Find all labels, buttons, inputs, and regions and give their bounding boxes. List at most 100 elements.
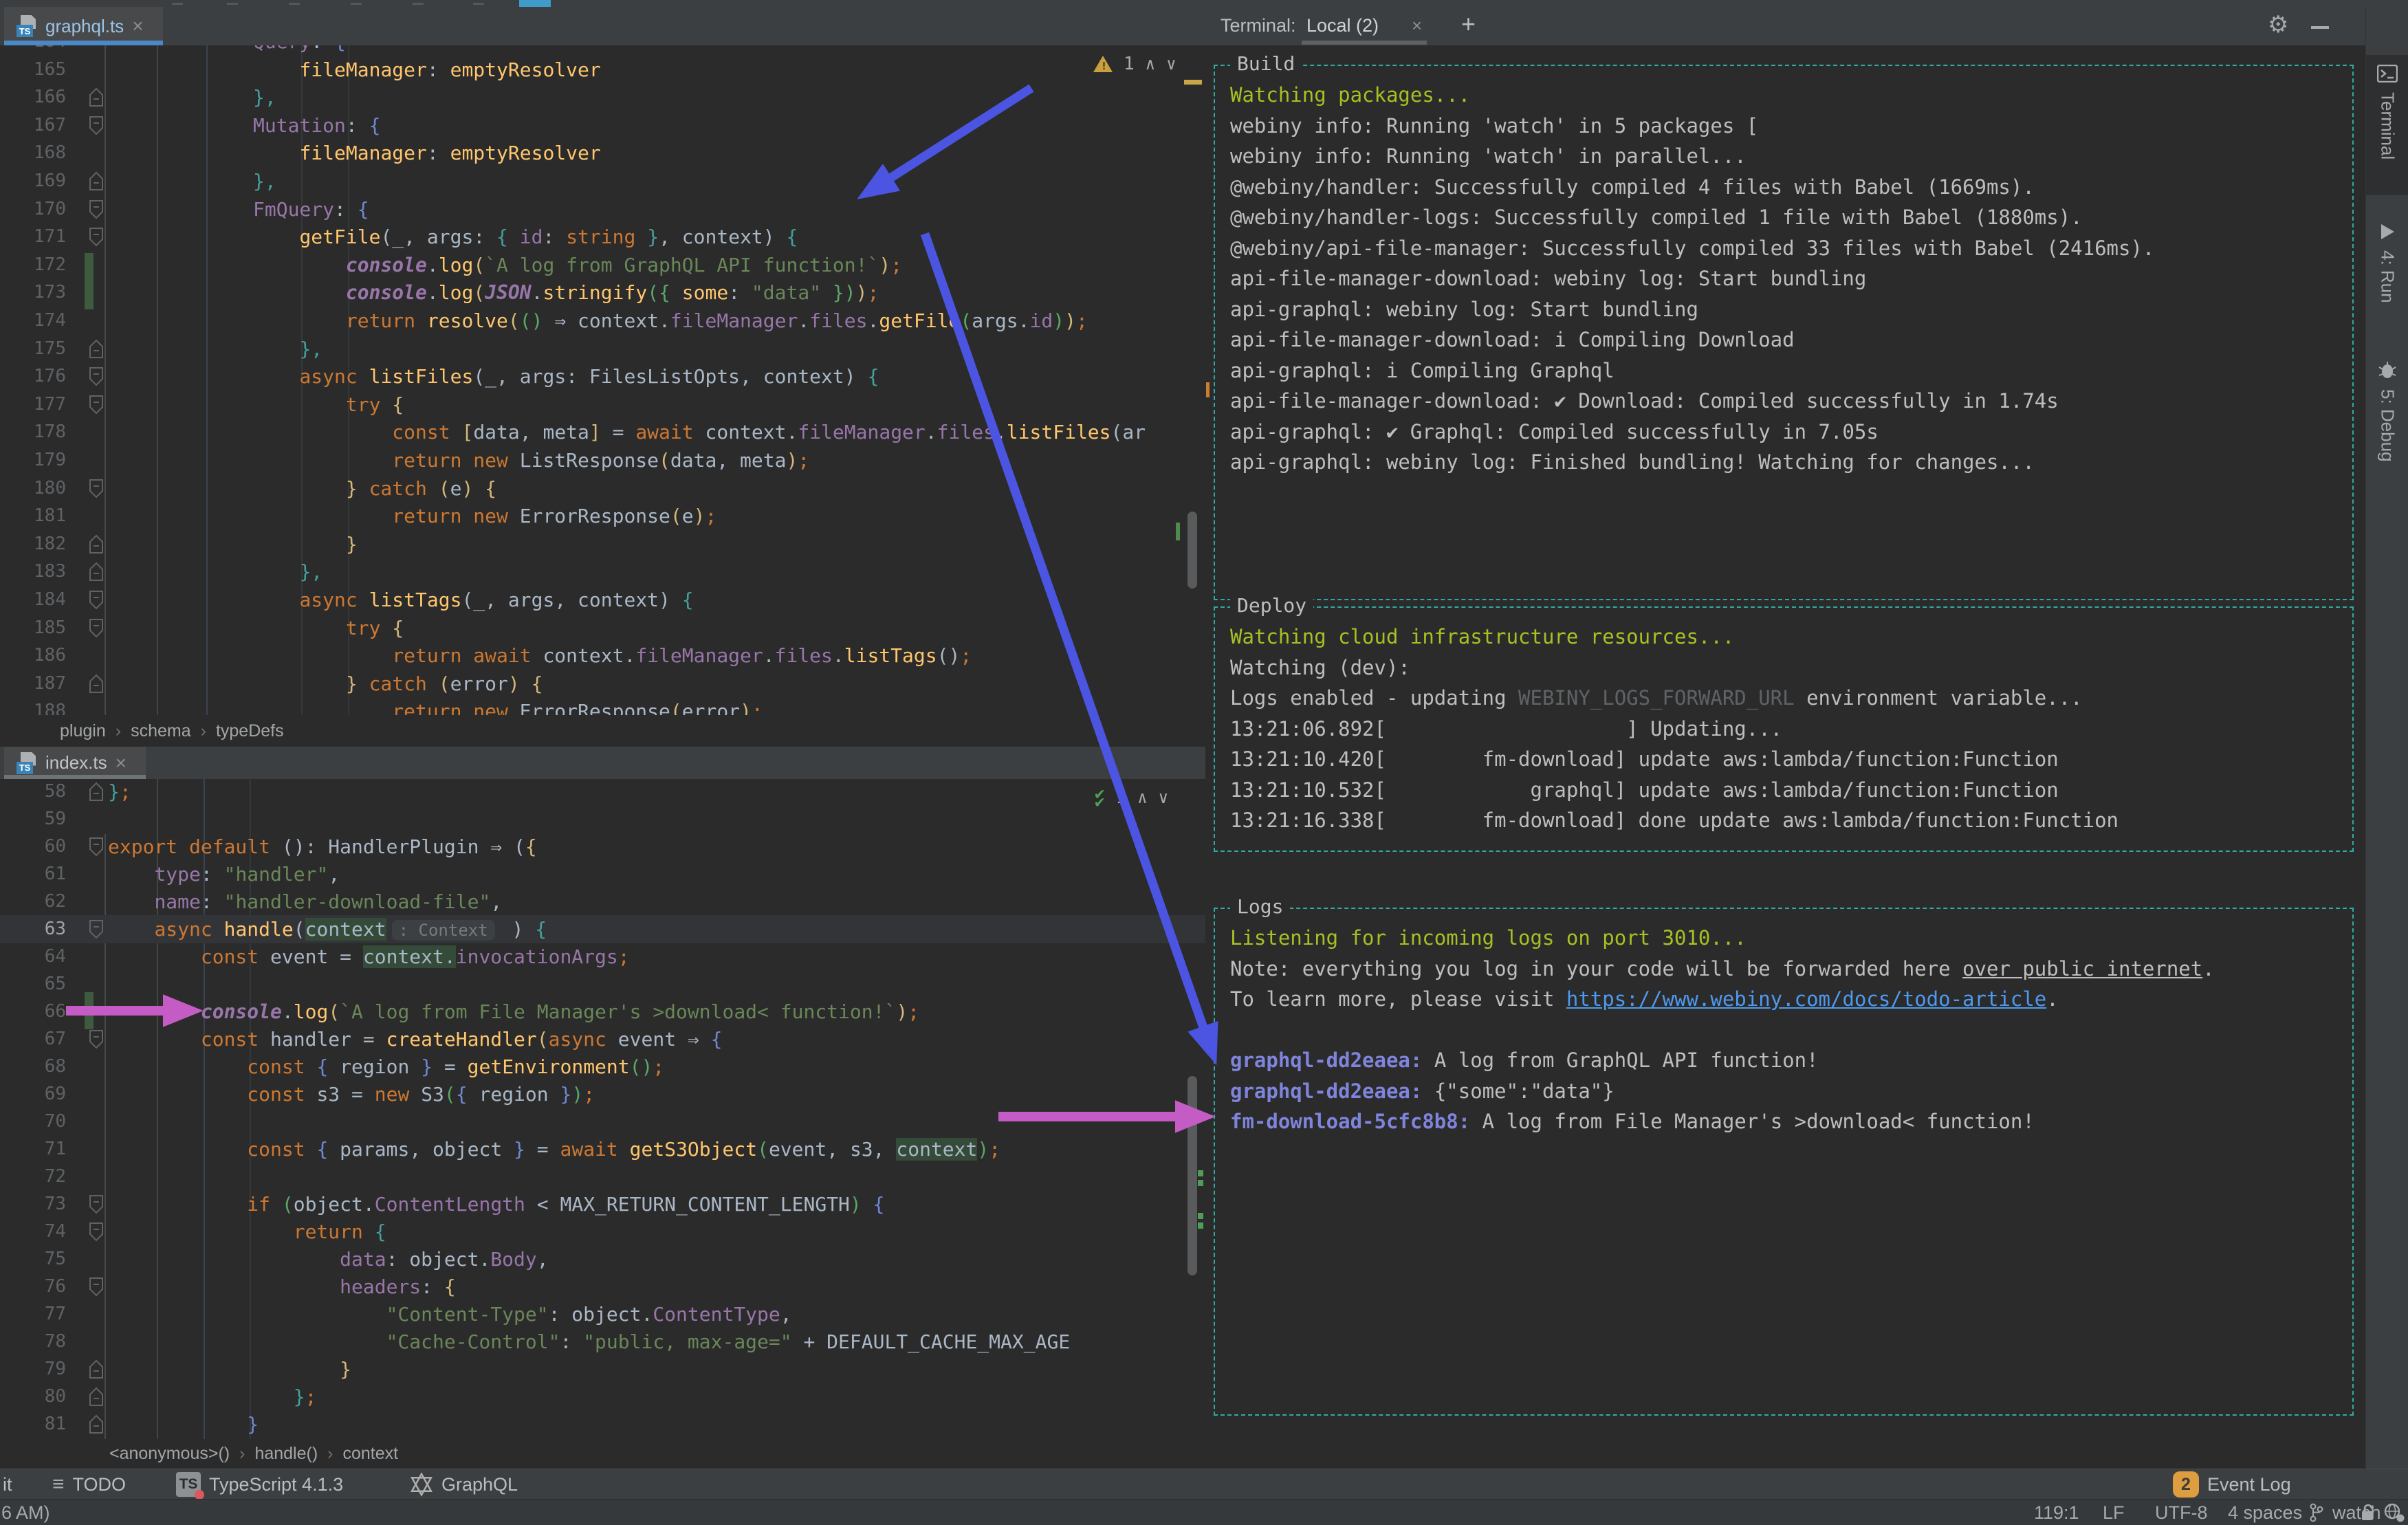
- indent-selector[interactable]: 4 spaces: [2228, 1500, 2302, 1525]
- terminal-line: Listening for incoming logs on port 3010…: [1230, 923, 2345, 954]
- code-line-62: 62 name: "handler-download-file",: [0, 888, 1205, 916]
- fold-end-icon[interactable]: [88, 87, 105, 107]
- graphql-button[interactable]: GraphQL: [410, 1469, 518, 1500]
- terminal-line: 13:21:06.892[ ] Updating...: [1230, 714, 2345, 745]
- typescript-file-icon: TS: [17, 751, 37, 774]
- breadcrumb-separator: ›: [115, 721, 122, 740]
- top-active-chip: [519, 0, 551, 7]
- code-text: return new ErrorResponse(error);: [392, 700, 763, 715]
- code-line-67: 67 const handler = createHandler(async e…: [0, 1025, 1205, 1053]
- editor-graphql-ts[interactable]: ! 1 ∧ ∨ 164Query: {165 fileManager: empt…: [0, 45, 1205, 715]
- line-number: 74: [44, 1221, 66, 1242]
- terminal-line: api-graphql: i Compiling Graphql: [1230, 355, 2345, 386]
- fold-start-icon[interactable]: [88, 116, 105, 135]
- line-number: 78: [44, 1331, 66, 1352]
- fold-end-icon[interactable]: [88, 534, 105, 554]
- fold-end-icon[interactable]: [88, 171, 105, 191]
- breadcrumb-item[interactable]: <anonymous>(): [109, 1444, 230, 1464]
- code-line-64: 64 const event = context.invocationArgs;: [0, 943, 1205, 971]
- close-icon[interactable]: ×: [1412, 15, 1422, 36]
- new-tab-plus-icon[interactable]: +: [1461, 10, 1476, 39]
- fold-end-icon[interactable]: [88, 1387, 105, 1407]
- top-tick: [227, 3, 238, 5]
- breadcrumb-item[interactable]: typeDefs: [216, 721, 284, 741]
- code-text: name: "handler-download-file",: [154, 890, 503, 913]
- code-text: } catch (error) {: [345, 672, 543, 695]
- run-play-icon: [2381, 224, 2394, 239]
- breadcrumb[interactable]: <anonymous>() › handle() › context: [0, 1439, 1315, 1469]
- fold-start-icon[interactable]: [88, 837, 105, 857]
- box-title: Deploy: [1230, 594, 1314, 617]
- tab-index-ts[interactable]: TS index.ts ×: [4, 747, 146, 779]
- fold-end-icon[interactable]: [88, 339, 105, 359]
- fold-start-icon[interactable]: [88, 199, 105, 219]
- status-bar-secondary: 6 AM) 119:1 LF UTF-8 4 spaces watch: [0, 1499, 2408, 1525]
- code-text: "Cache-Control": "public, max-age=" + DE…: [386, 1330, 1071, 1353]
- line-number: 173: [34, 282, 66, 303]
- tool-button-run[interactable]: 4: Run: [2366, 213, 2408, 333]
- minimize-icon[interactable]: [2311, 26, 2329, 29]
- tool-button-debug[interactable]: 5: Debug: [2366, 351, 2408, 491]
- proxy-widget[interactable]: [2383, 1500, 2405, 1525]
- fold-end-icon[interactable]: [88, 782, 105, 802]
- fold-start-icon[interactable]: [88, 1222, 105, 1242]
- line-number: 70: [44, 1111, 66, 1132]
- fold-start-icon[interactable]: [88, 1277, 105, 1297]
- code-text: },: [253, 86, 276, 109]
- fold-start-icon[interactable]: [88, 919, 105, 939]
- breadcrumb-separator: ›: [327, 1444, 333, 1463]
- code-text: const handler = createHandler(async even…: [200, 1028, 723, 1051]
- breadcrumb-item[interactable]: handle(): [254, 1444, 318, 1464]
- encoding-selector[interactable]: UTF-8: [2155, 1500, 2208, 1525]
- line-number: 184: [34, 589, 66, 610]
- fold-start-icon[interactable]: [88, 395, 105, 415]
- fold-start-icon[interactable]: [88, 227, 105, 247]
- git-widget-partial[interactable]: it: [3, 1469, 12, 1500]
- code-line-76: 76 headers: {: [0, 1273, 1205, 1301]
- line-number: 64: [44, 946, 66, 967]
- editor-index-ts[interactable]: ✔ ✔ 1 ∧ ∨ 58}; 59 60 export default (): Hand…: [0, 779, 1205, 1439]
- breadcrumb-separator: ›: [239, 1444, 245, 1463]
- terminal-text: fm-download-5cfc8b8:: [1230, 1110, 1471, 1133]
- fold-end-icon[interactable]: [88, 562, 105, 582]
- line-ending-selector[interactable]: LF: [2103, 1500, 2125, 1525]
- gear-icon[interactable]: ⚙: [2268, 11, 2288, 39]
- line-number: 178: [34, 421, 66, 443]
- fold-start-icon[interactable]: [88, 366, 105, 386]
- fold-end-icon[interactable]: [88, 1414, 105, 1434]
- fold-start-icon[interactable]: [88, 1029, 105, 1049]
- lock-widget[interactable]: [2360, 1500, 2375, 1525]
- fold-end-icon[interactable]: [88, 1359, 105, 1379]
- event-log-button[interactable]: 2 Event Log: [2173, 1469, 2291, 1500]
- fold-start-icon[interactable]: [88, 479, 105, 498]
- code-line-176: 176 async listFiles(_, args: FilesListOp…: [0, 362, 1205, 391]
- terminal-tab-local[interactable]: Local (2): [1306, 15, 1379, 36]
- fold-start-icon[interactable]: [88, 618, 105, 638]
- terminal-line: api-graphql: webiny log: Start bundling: [1230, 294, 2345, 325]
- tool-button-terminal[interactable]: Terminal: [2366, 55, 2408, 195]
- code-text: export default (): HandlerPlugin ⇒ ({: [108, 835, 537, 858]
- code-text: return new ErrorResponse(e);: [392, 505, 717, 528]
- code-line-79: 79 }: [0, 1355, 1205, 1383]
- breadcrumb-item[interactable]: context: [343, 1444, 399, 1464]
- fold-start-icon[interactable]: [88, 1194, 105, 1214]
- fold-end-icon[interactable]: [88, 674, 105, 694]
- breadcrumb-item[interactable]: schema: [131, 721, 191, 741]
- close-icon[interactable]: ×: [116, 752, 127, 774]
- terminal-line: @webiny/handler: Successfully compiled 4…: [1230, 172, 2345, 203]
- typescript-service-button[interactable]: TS TypeScript 4.1.3: [176, 1469, 343, 1500]
- code-line-173: 173 console.log(JSON.stringify({ some: "…: [0, 278, 1205, 307]
- code-line-73: 73 if (object.ContentLength < MAX_RETURN…: [0, 1190, 1205, 1218]
- line-number: 188: [34, 701, 66, 715]
- todo-button[interactable]: ≡ TODO: [52, 1469, 126, 1500]
- tab-graphql-ts[interactable]: TS graphql.ts ×: [4, 7, 163, 45]
- terminal-content[interactable]: Build Watching packages... webiny info: R…: [1205, 45, 2365, 1469]
- breadcrumb-item[interactable]: plugin: [60, 721, 106, 741]
- breadcrumb[interactable]: plugin › schema › typeDefs: [0, 715, 1265, 747]
- caret-position[interactable]: 119:1: [2034, 1500, 2079, 1525]
- terminal-text: A log from GraphQL API function!: [1422, 1049, 1819, 1072]
- close-icon[interactable]: ×: [132, 15, 143, 37]
- terminal-link[interactable]: https://www.webiny.com/docs/todo-article: [1566, 987, 2046, 1011]
- fold-start-icon[interactable]: [88, 590, 105, 610]
- code-line-183: 183 },: [0, 558, 1205, 586]
